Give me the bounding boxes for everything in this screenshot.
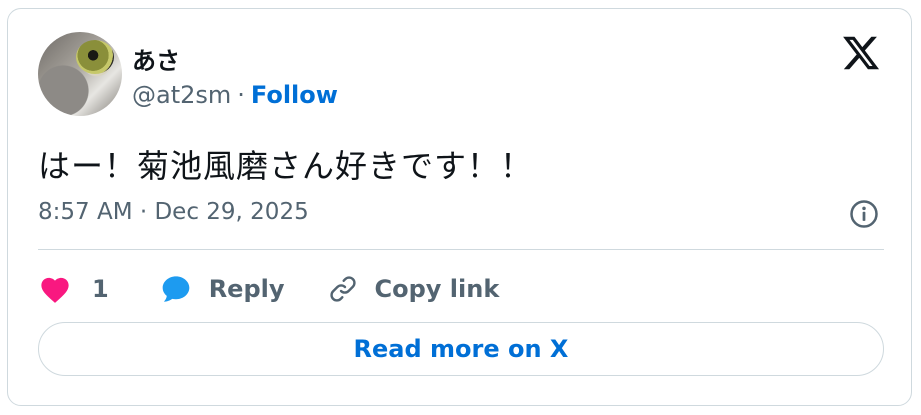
- avatar[interactable]: [38, 32, 122, 116]
- read-more-button[interactable]: Read more on X: [38, 322, 884, 376]
- separator-dot: ·: [237, 81, 245, 109]
- author-handle[interactable]: @at2sm: [132, 81, 231, 109]
- info-icon[interactable]: [849, 199, 879, 229]
- speech-bubble-icon: [162, 276, 190, 302]
- tweet-actions: 1 Reply Copy link: [38, 269, 499, 309]
- heart-icon: [41, 277, 69, 303]
- link-icon: [329, 276, 356, 302]
- author-handle-row: @at2sm · Follow: [132, 81, 338, 109]
- copy-link-label: Copy link: [374, 275, 500, 303]
- divider: [38, 249, 884, 250]
- follow-button[interactable]: Follow: [251, 81, 338, 109]
- tweet-timestamp[interactable]: 8:57 AM · Dec 29, 2025: [38, 199, 309, 225]
- author-display-name[interactable]: あさ: [132, 41, 180, 76]
- avatar-cat-eye: [76, 40, 114, 74]
- copy-link-button[interactable]: Copy link: [327, 273, 500, 305]
- x-logo-icon[interactable]: [841, 33, 881, 73]
- like-count: 1: [92, 275, 109, 303]
- like-button[interactable]: 1: [38, 274, 109, 304]
- tweet-text: はー！菊池風磨さん好きです！！: [38, 147, 534, 185]
- reply-button[interactable]: Reply: [159, 273, 285, 305]
- embedded-tweet-card: あさ @at2sm · Follow はー！菊池風磨さん好きです！！ 8:57 …: [7, 8, 912, 406]
- reply-label: Reply: [208, 275, 285, 303]
